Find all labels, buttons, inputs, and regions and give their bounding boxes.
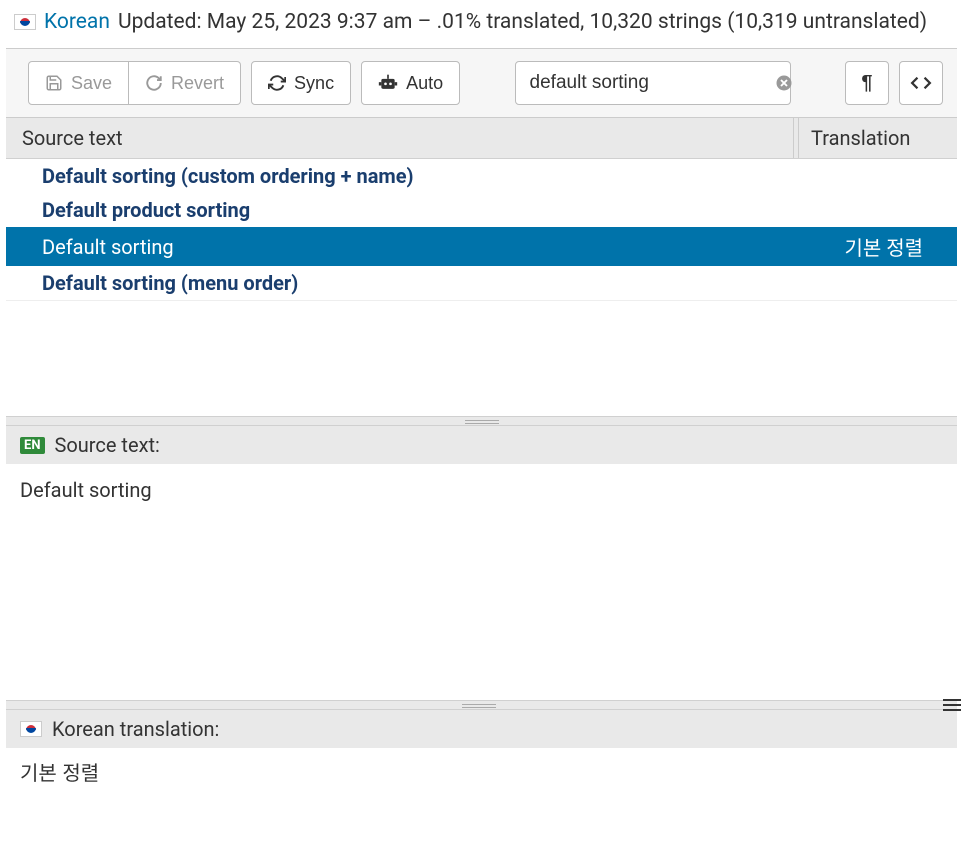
horizontal-splitter-2[interactable]	[6, 700, 957, 710]
translation-pane-label: Korean translation:	[52, 717, 219, 741]
revert-label: Revert	[171, 73, 224, 94]
robot-icon	[378, 74, 398, 92]
source-pane-label: Source text:	[55, 433, 160, 457]
pilcrow-button[interactable]: ¶	[845, 61, 889, 105]
columns-header: Source text Translation	[6, 118, 957, 159]
search-box[interactable]	[515, 61, 791, 105]
en-badge: EN	[20, 437, 45, 454]
row-source: Default sorting (menu order)	[42, 271, 801, 295]
save-label: Save	[71, 73, 112, 94]
korean-flag-icon	[20, 721, 42, 737]
row-translation: 기본 정렬	[801, 232, 941, 261]
save-button[interactable]: Save	[28, 61, 129, 105]
horizontal-splitter[interactable]	[6, 416, 957, 426]
code-view-button[interactable]	[899, 61, 943, 105]
sync-icon	[268, 74, 286, 92]
column-divider[interactable]	[793, 118, 799, 158]
code-icon	[910, 75, 932, 91]
language-name[interactable]: Korean	[44, 10, 110, 34]
revert-icon	[145, 74, 163, 92]
source-pane-header: EN Source text:	[6, 426, 957, 464]
auto-button[interactable]: Auto	[361, 61, 460, 105]
pilcrow-icon: ¶	[861, 72, 872, 95]
translation-input[interactable]	[20, 760, 943, 783]
search-input[interactable]	[530, 72, 775, 94]
source-text-value: Default sorting	[20, 478, 152, 502]
translation-pane-body	[6, 748, 957, 797]
translation-pane-header: Korean translation:	[6, 710, 957, 748]
header-meta: Updated: May 25, 2023 9:37 am – .01% tra…	[118, 10, 927, 34]
sync-button[interactable]: Sync	[251, 61, 351, 105]
column-source-header[interactable]: Source text	[22, 126, 781, 150]
source-pane-body: Default sorting	[6, 464, 957, 700]
row-source: Default product sorting	[42, 198, 801, 222]
row-source: Default sorting	[42, 235, 801, 259]
auto-label: Auto	[406, 73, 443, 94]
right-tool-group: ¶	[845, 61, 943, 105]
table-row[interactable]: Default sorting (menu order)	[6, 266, 957, 300]
table-blank-area	[6, 300, 957, 416]
save-revert-group: Save Revert	[28, 61, 241, 105]
clear-search-icon[interactable]	[775, 74, 793, 92]
row-source: Default sorting (custom ordering + name)	[42, 164, 801, 188]
header: Korean Updated: May 25, 2023 9:37 am – .…	[0, 0, 963, 48]
column-translation-header[interactable]: Translation	[811, 126, 941, 150]
sync-label: Sync	[294, 73, 334, 94]
korean-flag-icon	[14, 14, 36, 30]
table-row[interactable]: Default product sorting	[6, 193, 957, 227]
strings-table: Default sorting (custom ordering + name)…	[6, 159, 957, 300]
save-icon	[45, 74, 63, 92]
hamburger-icon[interactable]	[943, 697, 961, 713]
revert-button[interactable]: Revert	[129, 61, 241, 105]
table-row[interactable]: Default sorting (custom ordering + name)	[6, 159, 957, 193]
table-row[interactable]: Default sorting 기본 정렬	[6, 227, 957, 266]
toolbar: Save Revert Sync Auto ¶	[6, 48, 957, 118]
